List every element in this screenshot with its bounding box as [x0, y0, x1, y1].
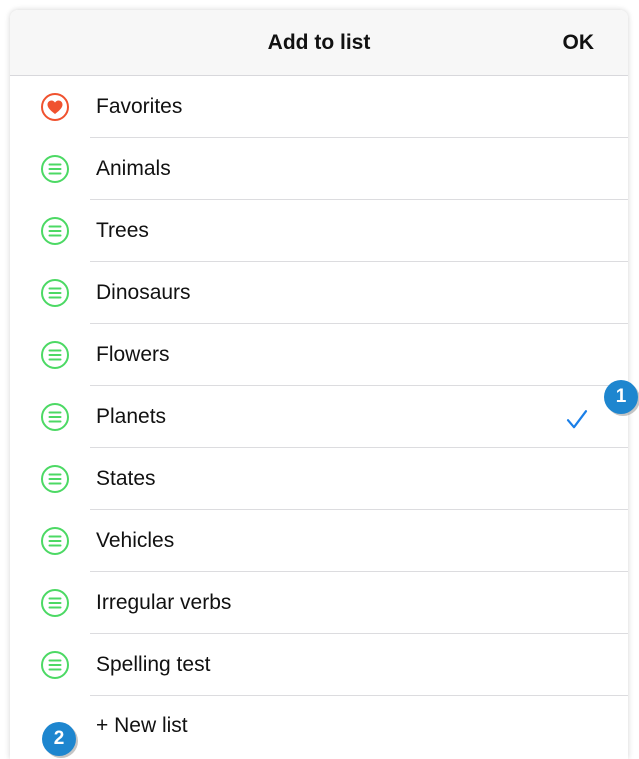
heart-icon: [41, 93, 69, 121]
list-icon: [41, 155, 69, 183]
new-list-button[interactable]: + New list: [10, 696, 628, 756]
sheet-title: Add to list: [267, 31, 371, 54]
list-item-label: Trees: [96, 219, 149, 242]
list-item-label: Irregular verbs: [96, 591, 232, 614]
list-icon: [41, 279, 69, 307]
list-item-spelling-test[interactable]: Spelling test: [10, 634, 628, 696]
add-to-list-sheet: Add to list OK Favorites Animals Trees D…: [10, 10, 628, 759]
annotation-badge-1: 1: [604, 380, 638, 414]
sheet-header: Add to list OK: [10, 10, 628, 76]
list-icon: [41, 341, 69, 369]
list-item-label: Planets: [96, 405, 167, 428]
list-item-label: Vehicles: [96, 529, 175, 552]
ok-button[interactable]: OK: [563, 10, 595, 75]
annotation-badge-2: 2: [42, 722, 76, 756]
list-item-trees[interactable]: Trees: [10, 200, 628, 262]
list-icon: [41, 217, 69, 245]
list-item-dinosaurs[interactable]: Dinosaurs: [10, 262, 628, 324]
list-item-label: Favorites: [96, 95, 183, 118]
list-item-states[interactable]: States: [10, 448, 628, 510]
list-item-animals[interactable]: Animals: [10, 138, 628, 200]
list-item-label: Flowers: [96, 343, 170, 366]
list-icon: [41, 527, 69, 555]
list-icon: [41, 465, 69, 493]
list-item-label: Spelling test: [96, 653, 211, 676]
new-list-label: + New list: [96, 714, 188, 737]
list-icon: [41, 589, 69, 617]
list-icon: [41, 651, 69, 679]
checkmark-icon: [566, 410, 588, 429]
list-item-label: Dinosaurs: [96, 281, 191, 304]
list-item-favorites[interactable]: Favorites: [10, 76, 628, 138]
list-item-vehicles[interactable]: Vehicles: [10, 510, 628, 572]
lists-container: Favorites Animals Trees Dinosaurs Flower…: [10, 76, 628, 756]
list-item-irregular-verbs[interactable]: Irregular verbs: [10, 572, 628, 634]
list-icon: [41, 403, 69, 431]
list-item-label: States: [96, 467, 156, 490]
list-item-planets[interactable]: Planets: [10, 386, 628, 448]
list-item-label: Animals: [96, 157, 171, 180]
list-item-flowers[interactable]: Flowers: [10, 324, 628, 386]
